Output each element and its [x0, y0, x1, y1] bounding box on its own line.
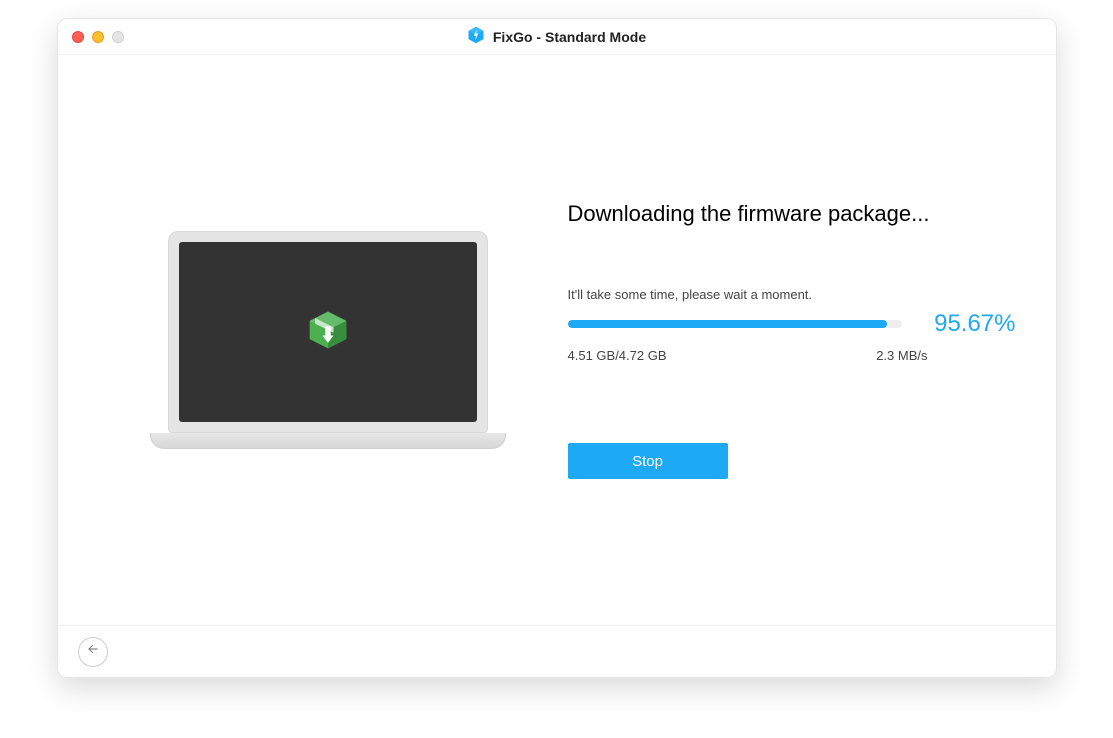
laptop-lid — [168, 231, 488, 433]
progress-bar-track — [568, 320, 902, 328]
app-logo-icon — [467, 26, 485, 47]
outer-frame: FixGo - Standard Mode — [0, 0, 1113, 738]
close-window-button[interactable] — [72, 31, 84, 43]
progress-block: It'll take some time, please wait a mome… — [568, 287, 1016, 363]
footer-bar — [58, 625, 1056, 677]
stats-row: 4.51 GB/4.72 GB 2.3 MB/s — [568, 348, 928, 363]
downloaded-size-label: 4.51 GB/4.72 GB — [568, 348, 667, 363]
package-download-icon — [306, 308, 350, 357]
window-title: FixGo - Standard Mode — [493, 29, 646, 45]
download-speed-label: 2.3 MB/s — [876, 348, 927, 363]
illustration-column — [98, 231, 558, 449]
wait-text: It'll take some time, please wait a mome… — [568, 287, 1016, 302]
laptop-base — [150, 433, 506, 449]
back-button[interactable] — [78, 637, 108, 667]
titlebar: FixGo - Standard Mode — [58, 19, 1056, 55]
progress-column: Downloading the firmware package... It'l… — [558, 201, 1016, 479]
progress-bar-fill — [568, 320, 888, 328]
disabled-zoom-window-button — [112, 31, 124, 43]
body-area: Downloading the firmware package... It'l… — [58, 55, 1056, 625]
title-wrap: FixGo - Standard Mode — [467, 26, 646, 47]
app-window: FixGo - Standard Mode — [57, 18, 1057, 678]
window-controls — [72, 31, 124, 43]
arrow-left-icon — [86, 642, 100, 661]
stop-button[interactable]: Stop — [568, 443, 728, 479]
laptop-screen — [179, 242, 477, 422]
progress-percent-label: 95.67% — [916, 310, 1016, 338]
minimize-window-button[interactable] — [92, 31, 104, 43]
download-heading: Downloading the firmware package... — [568, 201, 1016, 227]
laptop-illustration — [168, 231, 488, 449]
progress-row: 95.67% — [568, 310, 1016, 338]
